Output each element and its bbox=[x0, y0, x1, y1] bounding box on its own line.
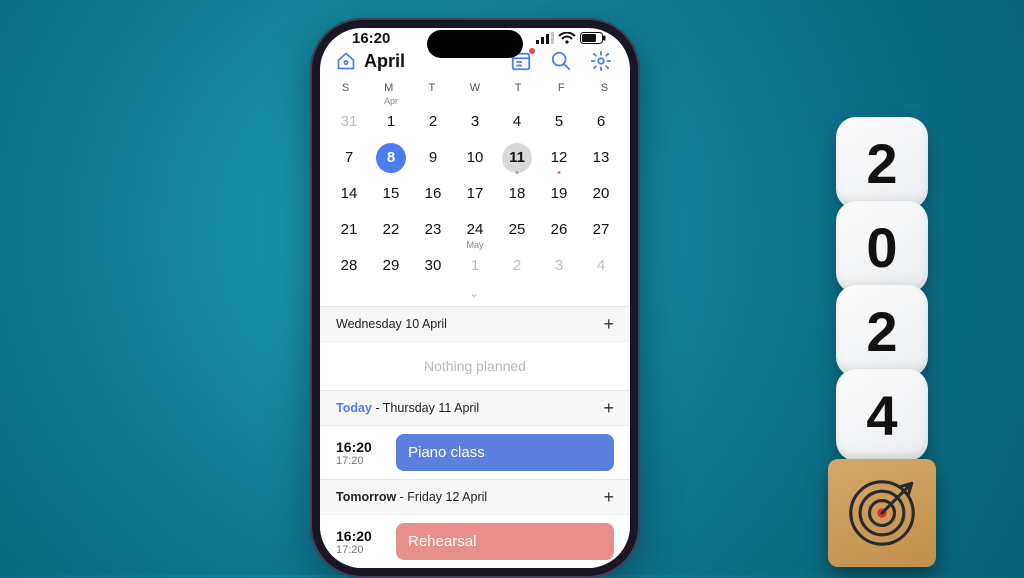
calendar-day[interactable]: 23 bbox=[412, 212, 454, 248]
dice-digit: 2 bbox=[836, 285, 928, 377]
add-event-button[interactable]: + bbox=[603, 399, 614, 417]
calendar-day[interactable]: 4 bbox=[580, 248, 622, 284]
event-row[interactable]: 16:20 17:20 Piano class bbox=[320, 425, 630, 479]
calendar-day[interactable]: 29 bbox=[370, 248, 412, 284]
wifi-icon bbox=[558, 32, 576, 44]
weekday-label: W bbox=[453, 80, 496, 98]
calendar-day[interactable]: 9 bbox=[412, 140, 454, 176]
search-icon[interactable] bbox=[550, 50, 572, 72]
status-icons bbox=[536, 32, 606, 44]
calendar-day[interactable]: 28 bbox=[328, 248, 370, 284]
calendar-day[interactable]: 20 bbox=[580, 176, 622, 212]
phone-frame: 16:20 April bbox=[310, 18, 640, 578]
notification-dot bbox=[529, 48, 535, 54]
agenda-section-header: Wednesday 10 April + bbox=[320, 306, 630, 341]
calendar-day[interactable]: 31 bbox=[328, 104, 370, 140]
calendar-day[interactable]: 26 bbox=[538, 212, 580, 248]
target-block bbox=[828, 459, 936, 567]
calendar-day[interactable]: 10 bbox=[454, 140, 496, 176]
calendar-day[interactable]: 27 bbox=[580, 212, 622, 248]
event-title: Rehearsal bbox=[408, 533, 476, 550]
weekday-label: S bbox=[583, 80, 626, 98]
calendar-day[interactable]: 16 bbox=[412, 176, 454, 212]
status-time: 16:20 bbox=[352, 30, 390, 47]
weekday-row: SMTWTFS bbox=[320, 80, 630, 98]
agenda-section-title: Tomorrow - Friday 12 April bbox=[336, 490, 487, 504]
calendar-day[interactable]: Apr1 bbox=[370, 104, 412, 140]
cellular-icon bbox=[536, 32, 554, 44]
weekday-label: F bbox=[540, 80, 583, 98]
event-time: 16:20 17:20 bbox=[336, 523, 384, 560]
calendar-day[interactable]: 3 bbox=[454, 104, 496, 140]
agenda-empty-text: Nothing planned bbox=[320, 341, 630, 390]
calendar-day[interactable]: 22 bbox=[370, 212, 412, 248]
calendar-day[interactable]: 11 bbox=[496, 140, 538, 176]
calendar-day[interactable]: 19 bbox=[538, 176, 580, 212]
calendar-day[interactable]: 14 bbox=[328, 176, 370, 212]
calendar-day[interactable]: 15 bbox=[370, 176, 412, 212]
event-row[interactable]: 16:20 17:20 Rehearsal bbox=[320, 514, 630, 568]
event-pill[interactable]: Rehearsal bbox=[396, 523, 614, 560]
agenda-section-header: Today - Thursday 11 April + bbox=[320, 390, 630, 425]
weekday-label: T bbox=[410, 80, 453, 98]
dice-digit: 2 bbox=[836, 117, 928, 209]
app-screen: 16:20 April bbox=[320, 28, 630, 568]
calendar-day[interactable]: 2 bbox=[412, 104, 454, 140]
calendar-day[interactable]: 2 bbox=[496, 248, 538, 284]
add-event-button[interactable]: + bbox=[603, 488, 614, 506]
calendar-day[interactable]: 25 bbox=[496, 212, 538, 248]
weekday-label: T bbox=[497, 80, 540, 98]
agenda-section-title: Wednesday 10 April bbox=[336, 317, 447, 331]
month-title[interactable]: April bbox=[364, 51, 405, 72]
calendar-day[interactable]: 6 bbox=[580, 104, 622, 140]
dynamic-island bbox=[427, 30, 523, 58]
calendar-day[interactable]: 4 bbox=[496, 104, 538, 140]
calendar-day[interactable]: 21 bbox=[328, 212, 370, 248]
event-title: Piano class bbox=[408, 444, 485, 461]
calendar-day[interactable]: 5 bbox=[538, 104, 580, 140]
event-pill[interactable]: Piano class bbox=[396, 434, 614, 471]
calendar-day[interactable]: 12 bbox=[538, 140, 580, 176]
event-time: 16:20 17:20 bbox=[336, 434, 384, 471]
calendar-day[interactable]: 8 bbox=[370, 140, 412, 176]
target-icon bbox=[843, 474, 921, 552]
weekday-label: S bbox=[324, 80, 367, 98]
agenda-section-title: Today - Thursday 11 April bbox=[336, 401, 479, 415]
battery-icon bbox=[580, 32, 606, 44]
calendar-day[interactable]: 30 bbox=[412, 248, 454, 284]
settings-icon[interactable] bbox=[590, 50, 612, 72]
calendar-grid[interactable]: 31Apr12345678910111213141516171819202122… bbox=[320, 98, 630, 284]
calendar-day[interactable]: 18 bbox=[496, 176, 538, 212]
calendar-day[interactable]: 13 bbox=[580, 140, 622, 176]
dice-digit: 0 bbox=[836, 201, 928, 293]
agenda-section-header: Tomorrow - Friday 12 April + bbox=[320, 479, 630, 514]
home-icon[interactable] bbox=[336, 51, 356, 71]
calendar-day[interactable]: May1 bbox=[454, 248, 496, 284]
calendar-day[interactable]: 3 bbox=[538, 248, 580, 284]
year-dice-stack: 2 0 2 4 bbox=[828, 117, 936, 567]
dice-digit: 4 bbox=[836, 369, 928, 461]
calendar-day[interactable]: 17 bbox=[454, 176, 496, 212]
add-event-button[interactable]: + bbox=[603, 315, 614, 333]
expand-handle[interactable]: ⌄ bbox=[320, 284, 630, 306]
calendar-day[interactable]: 7 bbox=[328, 140, 370, 176]
